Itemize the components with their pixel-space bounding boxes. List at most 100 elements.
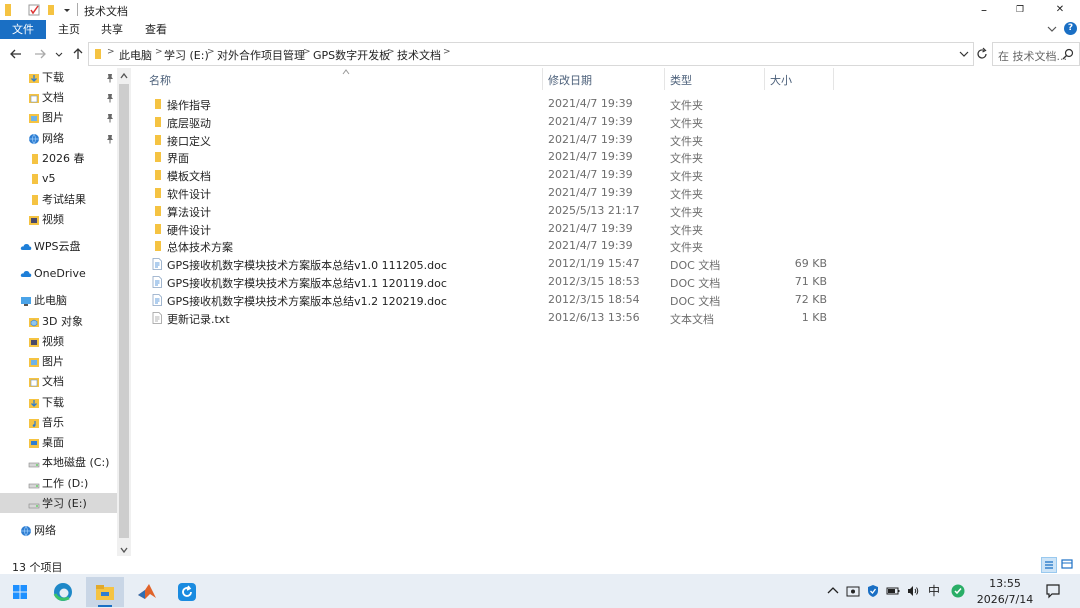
taskbar-file-explorer[interactable] (86, 577, 124, 607)
column-divider[interactable] (664, 68, 665, 90)
status-bar: 13 个项目 (0, 556, 1080, 574)
start-button[interactable] (1, 577, 39, 607)
cloud-icon (20, 268, 32, 280)
table-row[interactable]: GPS接收机数字模块技术方案版本总结v1.0 111205.doc 2012/1/… (148, 255, 838, 273)
volume-icon[interactable] (906, 584, 920, 598)
taskbar-edge[interactable] (44, 577, 82, 607)
videos-folder-icon (28, 336, 40, 348)
clock-time[interactable]: 13:55 (982, 577, 1028, 590)
table-row[interactable]: 软件设计 2021/4/7 19:39 文件夹 (148, 184, 838, 202)
help-icon[interactable]: ? (1064, 22, 1077, 35)
recent-locations-icon[interactable] (54, 46, 64, 62)
address-bar: > 此电脑 > 学习 (E:) > 对外合作项目管理 > GPS数字开发板 > … (0, 42, 1080, 66)
large-icons-view-icon[interactable] (1060, 557, 1076, 573)
file-explorer-icon (95, 582, 115, 602)
properties-check-icon[interactable] (28, 3, 40, 17)
up-button[interactable] (70, 46, 86, 62)
taskbar-matlab[interactable] (128, 577, 166, 607)
file-size: 69 KB (794, 257, 827, 271)
back-button[interactable] (8, 46, 24, 62)
music-folder-icon (28, 417, 40, 429)
sidebar-item-label: 学习 (E:) (42, 497, 87, 510)
minimize-button[interactable]: – (964, 0, 1004, 20)
maximize-button[interactable]: ❐ (1000, 0, 1040, 20)
scroll-up-icon[interactable] (120, 70, 128, 83)
column-header-size[interactable]: 大小 (770, 72, 792, 88)
sidebar-item-label: 网络 (34, 524, 56, 537)
folder-icon (28, 194, 40, 206)
details-view-icon[interactable] (1041, 557, 1057, 573)
tab-view[interactable]: 查看 (139, 20, 173, 39)
file-list: 名称 修改日期 类型 大小 操作指导 2021/4/7 19:39 文件夹 底层驱动 2… (140, 68, 840, 556)
table-row[interactable]: GPS接收机数字模块技术方案版本总结v1.2 120219.doc 2012/3/… (148, 291, 838, 309)
breadcrumb-drive-e[interactable]: 学习 (E:) (164, 47, 209, 63)
file-date: 2021/4/7 19:39 (548, 97, 633, 110)
breadcrumb-project-mgmt[interactable]: 对外合作项目管理 (217, 47, 305, 63)
input-method-indicator[interactable]: 中 (927, 584, 941, 598)
column-header-date[interactable]: 修改日期 (548, 72, 592, 88)
drive-icon (28, 457, 40, 469)
folder-icon (151, 98, 163, 110)
table-row[interactable]: 模板文档 2021/4/7 19:39 文件夹 (148, 166, 838, 184)
column-header-type[interactable]: 类型 (670, 72, 692, 88)
matlab-icon (137, 582, 157, 602)
column-divider[interactable] (542, 68, 543, 90)
sidebar-item-label: 桌面 (42, 436, 64, 449)
column-divider[interactable] (764, 68, 765, 90)
table-row[interactable]: 接口定义 2021/4/7 19:39 文件夹 (148, 131, 838, 149)
column-divider[interactable] (833, 68, 834, 90)
shield-icon[interactable] (866, 584, 880, 598)
pin-icon[interactable] (106, 93, 114, 105)
drive-icon (28, 478, 40, 490)
tab-home[interactable]: 主页 (52, 20, 86, 39)
customize-toolbar-icon[interactable] (62, 3, 72, 17)
table-row[interactable]: 界面 2021/4/7 19:39 文件夹 (148, 148, 838, 166)
new-folder-icon[interactable] (46, 3, 56, 17)
sidebar-item-label: 下载 (42, 396, 64, 409)
clock-date[interactable]: 2026/7/14 (976, 593, 1034, 606)
folder-icon (151, 187, 163, 199)
ribbon-tabs: 文件 主页 共享 查看 ? (0, 20, 1080, 39)
sidebar-item-label: 本地磁盘 (C:) (42, 456, 110, 469)
table-row[interactable]: 底层驱动 2021/4/7 19:39 文件夹 (148, 113, 838, 131)
refresh-icon[interactable] (975, 47, 989, 61)
nav-scroll-thumb[interactable] (119, 84, 129, 538)
column-header-name[interactable]: 名称 (149, 72, 171, 88)
pin-icon[interactable] (106, 134, 114, 146)
sidebar-item-label: 图片 (42, 111, 64, 124)
breadcrumb-separator: > (303, 47, 311, 57)
sort-ascending-icon (342, 65, 350, 78)
nav-scrollbar[interactable] (117, 68, 131, 556)
wechat-pay-icon[interactable] (951, 584, 965, 598)
tab-file[interactable]: 文件 (0, 20, 46, 39)
table-row[interactable]: 硬件设计 2021/4/7 19:39 文件夹 (148, 220, 838, 238)
security-center-icon[interactable] (846, 584, 860, 598)
close-button[interactable]: ✕ (1040, 0, 1080, 20)
file-name: 操作指导 (167, 99, 211, 112)
sidebar-item-label: 文档 (42, 375, 64, 388)
show-hidden-icons-icon[interactable] (826, 584, 840, 598)
breadcrumb[interactable]: > 此电脑 > 学习 (E:) > 对外合作项目管理 > GPS数字开发板 > … (88, 42, 974, 66)
forward-button[interactable] (32, 46, 48, 62)
table-row[interactable]: 更新记录.txt 2012/6/13 13:56 文本文档 1 KB (148, 309, 838, 327)
breadcrumb-separator: > (443, 47, 451, 57)
file-type: 文件夹 (670, 99, 703, 112)
pin-icon[interactable] (106, 73, 114, 85)
table-row[interactable]: GPS接收机数字模块技术方案版本总结v1.1 120119.doc 2012/3/… (148, 273, 838, 291)
pin-icon[interactable] (106, 113, 114, 125)
table-row[interactable]: 操作指导 2021/4/7 19:39 文件夹 (148, 95, 838, 113)
search-icon[interactable] (1062, 48, 1074, 60)
network-icon (28, 133, 40, 145)
table-row[interactable]: 算法设计 2025/5/13 21:17 文件夹 (148, 202, 838, 220)
battery-icon[interactable] (886, 584, 900, 598)
sidebar-item-label: 视频 (42, 213, 64, 226)
address-history-icon[interactable] (959, 49, 969, 59)
taskbar-sync-app[interactable] (168, 577, 206, 607)
breadcrumb-this-pc[interactable]: 此电脑 (119, 47, 152, 63)
expand-ribbon-icon[interactable] (1046, 23, 1058, 35)
tab-share[interactable]: 共享 (95, 20, 129, 39)
breadcrumb-gps-board[interactable]: GPS数字开发板 (313, 47, 390, 63)
breadcrumb-tech-docs[interactable]: 技术文档 (397, 47, 441, 63)
notification-center-icon[interactable] (1045, 583, 1061, 599)
table-row[interactable]: 总体技术方案 2021/4/7 19:39 文件夹 (148, 237, 838, 255)
